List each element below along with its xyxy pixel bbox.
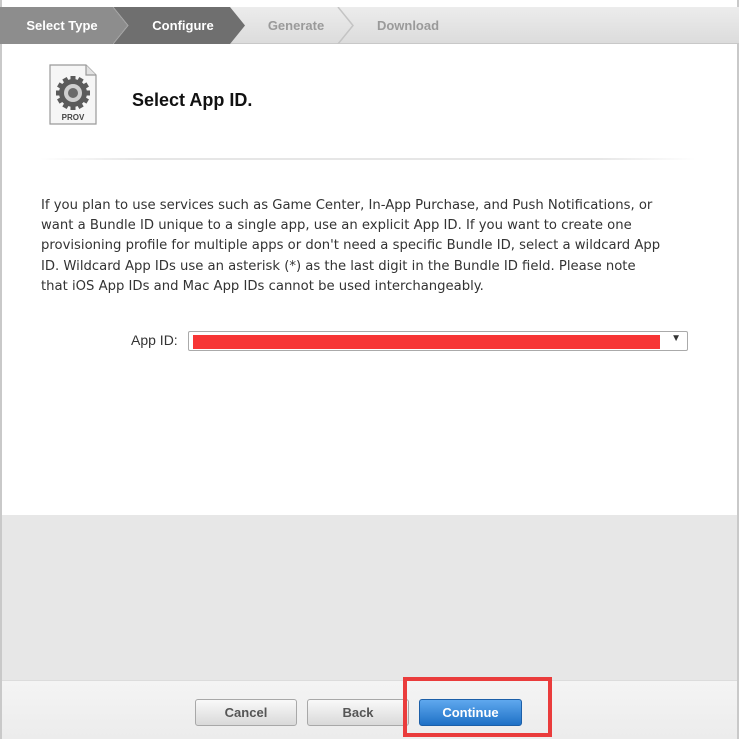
header-divider: [40, 158, 696, 160]
continue-highlight-annotation: [403, 677, 552, 737]
app-id-select[interactable]: ▼: [188, 331, 688, 351]
prov-icon-label: PROV: [62, 113, 85, 122]
content-filler: [2, 515, 737, 680]
description-text: If you plan to use services such as Game…: [41, 198, 661, 294]
cancel-button[interactable]: Cancel: [195, 699, 297, 726]
step-download: Download: [376, 18, 440, 33]
step-select-type: Select Type: [26, 18, 98, 33]
back-button[interactable]: Back: [307, 699, 409, 726]
redacted-app-id-value: [193, 335, 660, 349]
provisioning-profile-icon: PROV: [49, 64, 97, 125]
app-id-label: App ID:: [131, 332, 178, 348]
step-configure: Configure: [152, 18, 214, 33]
page-title: Select App ID.: [132, 90, 253, 110]
dropdown-arrow-icon[interactable]: ▼: [671, 333, 681, 344]
step-generate: Generate: [267, 18, 325, 33]
steps-bar: Select Type Configure Generate Download: [0, 7, 739, 44]
page-margin: [739, 0, 748, 739]
